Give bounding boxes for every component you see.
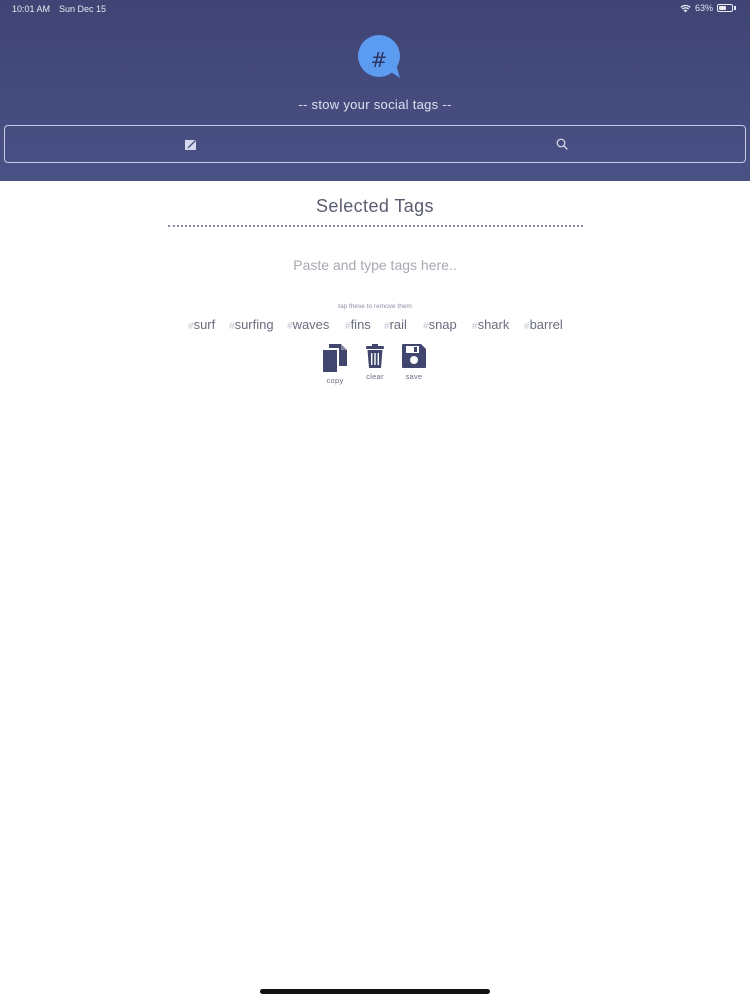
copy-label: copy bbox=[326, 376, 344, 385]
status-bar: 10:01 AM Sun Dec 15 63% bbox=[0, 0, 750, 18]
search-icon bbox=[556, 138, 568, 150]
copy-button[interactable]: copy bbox=[315, 344, 355, 385]
status-time: 10:01 AM bbox=[12, 4, 51, 14]
app-header: 10:01 AM Sun Dec 15 63% # -- stow your s… bbox=[0, 0, 750, 181]
compose-icon bbox=[184, 139, 196, 150]
tags-input[interactable] bbox=[200, 252, 550, 278]
status-date: Sun Dec 15 bbox=[59, 4, 107, 14]
tab-search[interactable] bbox=[376, 126, 747, 162]
tag-chip[interactable]: #surf bbox=[188, 317, 215, 332]
hashtag-speech-bubble-icon: # bbox=[358, 35, 400, 78]
remove-hint: tap these to remove them bbox=[338, 303, 412, 310]
tag-chip[interactable]: #barrel bbox=[524, 317, 563, 332]
tag-chip[interactable]: #rail bbox=[384, 317, 407, 332]
clear-label: clear bbox=[366, 372, 384, 381]
selected-tags-title: Selected Tags bbox=[316, 196, 434, 216]
battery-tip bbox=[734, 6, 736, 10]
home-indicator[interactable] bbox=[260, 989, 490, 994]
battery-fill bbox=[719, 6, 727, 10]
save-button[interactable]: save bbox=[394, 344, 434, 381]
tag-chip[interactable]: #shark bbox=[472, 317, 509, 332]
tab-bar bbox=[4, 125, 746, 163]
tag-actions: copy clear save bbox=[0, 344, 750, 394]
battery-icon bbox=[717, 4, 733, 12]
selected-tags-list: #surf #surfing #waves #fins #rail #snap … bbox=[0, 317, 750, 337]
battery-percent: 63% bbox=[694, 3, 713, 13]
floppy-disk-icon bbox=[402, 344, 426, 368]
title-divider bbox=[168, 225, 583, 227]
tag-chip[interactable]: #surfing bbox=[229, 317, 274, 332]
wifi-icon bbox=[680, 4, 691, 12]
save-label: save bbox=[405, 372, 423, 381]
tagline: -- stow your social tags -- bbox=[298, 97, 452, 112]
tag-chip[interactable]: #waves bbox=[287, 317, 329, 332]
tab-compose[interactable] bbox=[5, 126, 376, 162]
status-right: 63% bbox=[680, 3, 736, 13]
tag-chip[interactable]: #snap bbox=[423, 317, 457, 332]
copy-icon bbox=[323, 344, 347, 372]
trash-icon bbox=[366, 344, 384, 368]
tag-chip[interactable]: #fins bbox=[345, 317, 371, 332]
clear-button[interactable]: clear bbox=[355, 344, 395, 381]
svg-text:#: # bbox=[371, 48, 388, 72]
